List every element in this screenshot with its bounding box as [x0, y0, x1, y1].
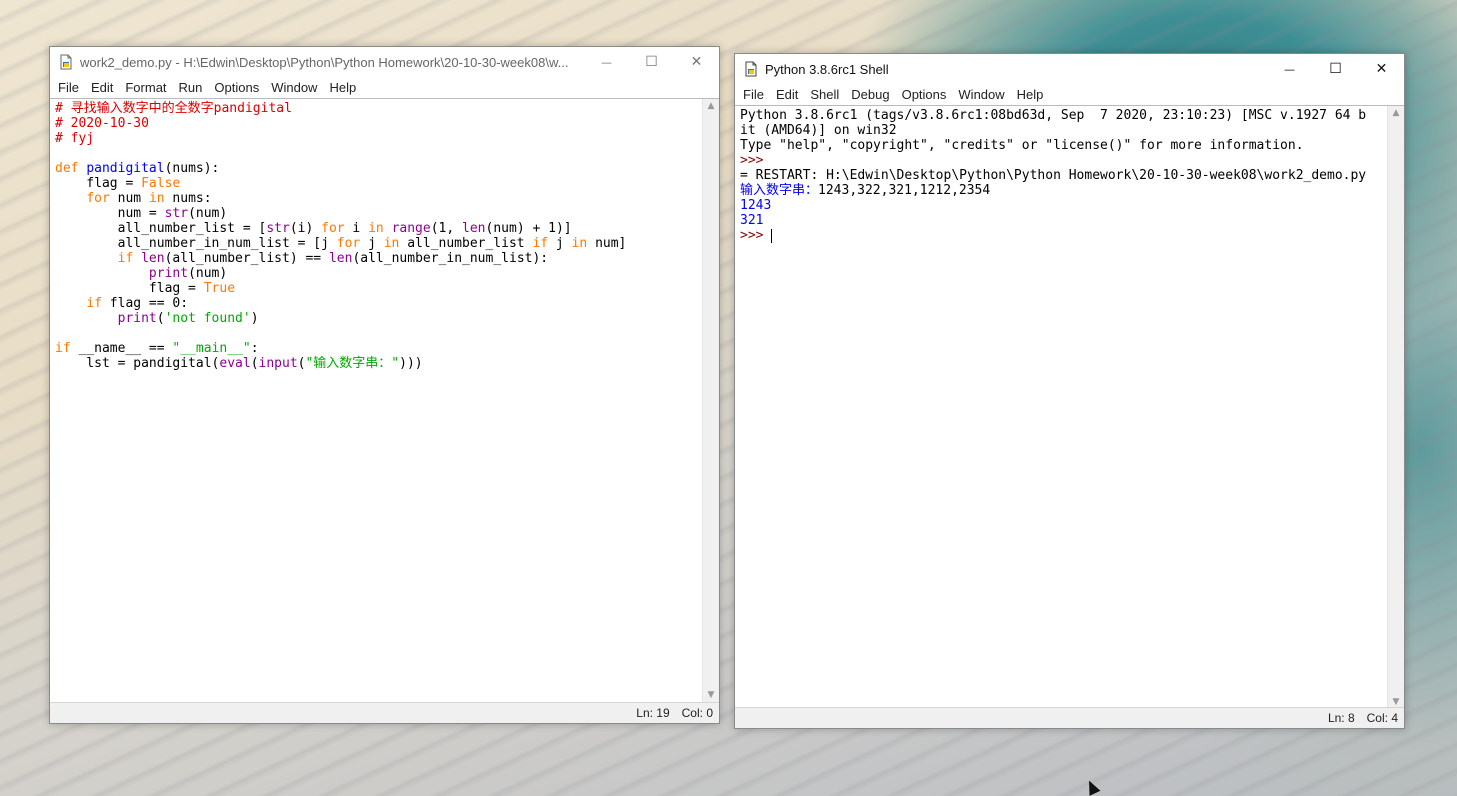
- shell-window: Python 3.8.6rc1 Shell — ☐ ✕ File Edit Sh…: [734, 53, 1405, 729]
- menu-edit[interactable]: Edit: [85, 80, 119, 95]
- code-line: for num in nums:: [86, 191, 212, 206]
- code-line: num = str(num): [55, 206, 228, 221]
- editor-scrollbar[interactable]: ▲ ▼: [702, 99, 719, 702]
- code-line: # 寻找输入数字中的全数字pandigital: [55, 101, 292, 116]
- shell-scrollbar[interactable]: ▲ ▼: [1387, 106, 1404, 709]
- shell-output[interactable]: Python 3.8.6rc1 (tags/v3.8.6rc1:08bd63d,…: [735, 106, 1404, 243]
- close-button[interactable]: ✕: [1359, 54, 1404, 84]
- code-line: print(num): [148, 266, 228, 281]
- code-line: flag = True: [55, 281, 236, 296]
- editor-titlebar[interactable]: work2_demo.py - H:\Edwin\Desktop\Python\…: [50, 47, 719, 77]
- shell-statusbar: Ln: 8 Col: 4: [735, 707, 1404, 728]
- code-text[interactable]: # 寻找输入数字中的全数字pandigital # 2020-10-30 # fyj…: [50, 99, 719, 371]
- minimize-button[interactable]: —: [1267, 54, 1312, 84]
- shell-line: 1243: [740, 198, 772, 213]
- menu-run[interactable]: Run: [173, 80, 209, 95]
- code-line: flag = False: [55, 176, 181, 191]
- line-number: Ln: 19: [636, 706, 670, 720]
- maximize-button[interactable]: ☐: [1313, 54, 1358, 84]
- shell-line: >>>: [740, 153, 764, 168]
- code-line: def pandigital(nums):: [55, 161, 220, 176]
- menu-shell[interactable]: Shell: [804, 87, 845, 102]
- shell-line: it (AMD64)] on win32: [740, 123, 897, 138]
- shell-line: 321: [740, 213, 764, 228]
- menu-window[interactable]: Window: [952, 87, 1010, 102]
- minimize-button[interactable]: —: [584, 47, 629, 77]
- menu-options[interactable]: Options: [208, 80, 265, 95]
- line-number: Ln: 8: [1327, 711, 1355, 725]
- scroll-down-icon[interactable]: ▼: [703, 688, 719, 702]
- close-button[interactable]: ✕: [674, 47, 719, 77]
- scroll-up-icon[interactable]: ▲: [703, 99, 719, 113]
- shell-title: Python 3.8.6rc1 Shell: [765, 61, 889, 77]
- shell-titlebar[interactable]: Python 3.8.6rc1 Shell — ☐ ✕: [735, 54, 1404, 84]
- python-file-icon: [58, 54, 74, 70]
- code-line: print('not found'): [117, 311, 259, 326]
- code-line: if __name__ == "__main__":: [55, 341, 259, 356]
- python-shell-icon: [743, 61, 759, 77]
- shell-menubar: File Edit Shell Debug Options Window Hel…: [735, 84, 1404, 104]
- shell-line: Python 3.8.6rc1 (tags/v3.8.6rc1:08bd63d,…: [740, 108, 1367, 123]
- maximize-button[interactable]: ☐: [629, 47, 674, 77]
- menu-edit[interactable]: Edit: [770, 87, 804, 102]
- code-line: # fyj: [55, 131, 95, 146]
- menu-file[interactable]: File: [52, 80, 85, 95]
- shell-console[interactable]: Python 3.8.6rc1 (tags/v3.8.6rc1:08bd63d,…: [735, 105, 1404, 709]
- menu-window[interactable]: Window: [265, 80, 323, 95]
- code-line: lst = pandigital(eval(input("输入数字串："))): [55, 356, 423, 371]
- menu-help[interactable]: Help: [1011, 87, 1050, 102]
- code-line: if flag == 0:: [86, 296, 189, 311]
- editor-title: work2_demo.py - H:\Edwin\Desktop\Python\…: [80, 54, 569, 70]
- column-number: Col: 4: [1366, 711, 1398, 725]
- code-editor[interactable]: # 寻找输入数字中的全数字pandigital # 2020-10-30 # fyj…: [50, 98, 719, 702]
- menu-help[interactable]: Help: [323, 80, 362, 95]
- shell-line: 输入数字串：1243,322,321,1212,2354: [740, 183, 991, 198]
- code-line: all_number_in_num_list = [j for j in all…: [55, 236, 627, 251]
- menu-file[interactable]: File: [737, 87, 770, 102]
- editor-menubar: File Edit Format Run Options Window Help: [50, 77, 719, 97]
- editor-window: work2_demo.py - H:\Edwin\Desktop\Python\…: [49, 46, 720, 724]
- editor-statusbar: Ln: 19 Col: 0: [50, 702, 719, 723]
- column-number: Col: 0: [681, 706, 713, 720]
- code-line: # 2020-10-30: [55, 116, 149, 131]
- shell-prompt-line[interactable]: >>>: [740, 228, 1404, 243]
- menu-debug[interactable]: Debug: [845, 87, 895, 102]
- menu-format[interactable]: Format: [119, 80, 172, 95]
- scroll-up-icon[interactable]: ▲: [1388, 106, 1404, 120]
- text-cursor: [771, 228, 773, 243]
- code-line: all_number_list = [str(i) for i in range…: [55, 221, 572, 236]
- code-line: if len(all_number_list) == len(all_numbe…: [117, 251, 549, 266]
- shell-line: Type "help", "copyright", "credits" or "…: [740, 138, 1304, 153]
- shell-line: = RESTART: H:\Edwin\Desktop\Python\Pytho…: [740, 168, 1367, 183]
- menu-options[interactable]: Options: [896, 87, 953, 102]
